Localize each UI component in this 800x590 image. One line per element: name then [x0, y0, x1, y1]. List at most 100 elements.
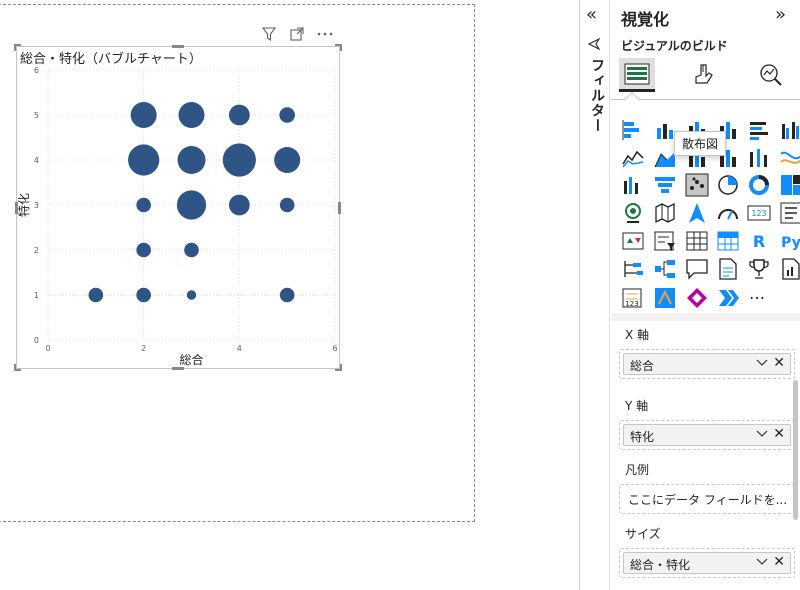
line-chart-icon[interactable] [621, 146, 645, 170]
more-visuals-icon[interactable]: … [749, 284, 765, 303]
double-chevron-left-icon[interactable]: « [586, 4, 597, 25]
resize-handle-left[interactable] [15, 202, 18, 214]
y-axis-well[interactable]: 特化 ✕ [619, 420, 795, 450]
filter-pane-arrow-icon [587, 37, 601, 54]
tab-build-visual[interactable] [619, 58, 655, 92]
card-icon[interactable]: 123 [747, 201, 771, 225]
remove-field-icon[interactable]: ✕ [773, 355, 785, 371]
y-tick-label: 3 [34, 201, 39, 210]
tab-format-visual[interactable] [686, 58, 722, 92]
scatter-chart-icon[interactable] [685, 173, 709, 197]
clustered-column-chart-icon[interactable] [779, 118, 800, 142]
y-tick-label: 5 [34, 111, 39, 120]
bubble-chart-svg: 0 2 4 6 0 1 2 3 4 5 6 総合 特化 [17, 66, 338, 367]
x-axis-field-name: 総合 [630, 359, 655, 373]
y-axis-field-pill[interactable]: 特化 ✕ [623, 424, 791, 446]
bubble-point [228, 194, 250, 216]
svg-text:R: R [753, 232, 765, 251]
kpi-icon[interactable] [621, 229, 645, 253]
powerbi-report-editor: 総合・特化（バブルチャート） 0 2 4 6 0 1 2 3 4 5 6 総合 特化 « フィルター 視 [0, 0, 800, 590]
bubble-point [128, 144, 160, 176]
power-apps-icon[interactable]: 123 [621, 286, 645, 310]
ribbon-chart-icon[interactable] [747, 146, 771, 170]
bubble-point [136, 242, 151, 258]
section-separator [611, 313, 800, 321]
resize-handle-top-left[interactable] [14, 44, 21, 51]
table-icon[interactable] [685, 229, 709, 253]
size-field-pill[interactable]: 総合・特化 ✕ [623, 552, 791, 574]
x-axis-well-label: X 軸 [625, 328, 650, 342]
x-axis-field-pill[interactable]: 総合 ✕ [623, 353, 791, 375]
filter-icon[interactable] [260, 25, 278, 43]
chevron-down-icon[interactable] [756, 356, 768, 371]
visualizations-pane: 視覚化 » ビジュアルのビルド 123 R Py 123 … 散布図 X 軸 総合 ✕ [611, 0, 800, 590]
resize-handle-top[interactable] [172, 45, 184, 48]
build-visual-icon [624, 63, 650, 84]
x-tick-label: 0 [45, 344, 50, 353]
analytics-icon [760, 64, 782, 86]
metrics-icon[interactable] [747, 257, 771, 281]
azure-map-icon[interactable] [685, 201, 709, 225]
paginated-report-icon[interactable] [779, 257, 800, 281]
y-tick-label: 1 [34, 291, 39, 300]
tab-analytics[interactable] [753, 58, 789, 92]
format-visual-icon [695, 64, 713, 84]
pane-scrollbar[interactable] [793, 380, 798, 520]
x-tick-label: 6 [332, 344, 337, 353]
filled-map-icon[interactable] [653, 201, 677, 225]
filter-pane-collapsed[interactable]: « フィルター [580, 0, 610, 590]
bubble-point [222, 143, 256, 177]
x-tick-label: 2 [141, 344, 146, 353]
svg-text:Py: Py [781, 235, 800, 251]
multi-row-card-icon[interactable] [779, 201, 800, 225]
decomposition-tree-icon[interactable] [653, 257, 677, 281]
mode-tabs-divider [611, 99, 800, 100]
slicer-icon[interactable] [653, 229, 677, 253]
resize-handle-bottom-left[interactable] [14, 364, 21, 371]
resize-handle-bottom-right[interactable] [335, 364, 342, 371]
bubble-point [279, 197, 295, 213]
power-apps-logo-icon[interactable] [685, 286, 709, 310]
clustered-bar-chart-icon[interactable] [747, 118, 771, 142]
x-axis-well[interactable]: 総合 ✕ [619, 349, 795, 379]
gauge-icon[interactable] [716, 201, 740, 225]
filter-pane-label[interactable]: フィルター [587, 58, 607, 133]
matrix-icon[interactable] [716, 229, 740, 253]
chevron-down-icon[interactable] [756, 427, 768, 442]
legend-well-label: 凡例 [625, 463, 650, 477]
resize-handle-bottom[interactable] [172, 367, 184, 370]
remove-field-icon[interactable]: ✕ [773, 426, 785, 442]
pie-chart-icon[interactable] [716, 173, 740, 197]
treemap-icon[interactable] [779, 173, 800, 197]
focus-mode-icon[interactable] [288, 25, 306, 43]
waterfall-chart-icon[interactable] [779, 146, 800, 170]
size-well-label: サイズ [625, 527, 661, 541]
svg-text:123: 123 [625, 300, 638, 308]
power-automate-flow-icon[interactable] [716, 286, 740, 310]
smart-narrative-icon[interactable] [716, 257, 740, 281]
resize-handle-right[interactable] [338, 202, 341, 214]
stacked-bar-chart-icon[interactable] [621, 118, 645, 142]
bubble-point [186, 290, 197, 300]
stacked-area-icon[interactable] [621, 173, 645, 197]
chevron-down-icon[interactable] [756, 555, 768, 570]
resize-handle-top-right[interactable] [335, 44, 342, 51]
python-visual-icon[interactable]: Py [779, 229, 800, 253]
donut-chart-icon[interactable] [747, 173, 771, 197]
y-axis-field-name: 特化 [630, 430, 655, 444]
qna-icon[interactable] [685, 257, 709, 281]
double-chevron-right-icon[interactable]: » [775, 4, 786, 25]
bubble-point [184, 242, 199, 258]
key-influencers-icon[interactable] [621, 257, 645, 281]
bubble-point [136, 287, 151, 303]
map-icon[interactable] [621, 201, 645, 225]
x-tick-label: 4 [237, 344, 242, 353]
legend-well[interactable]: ここにデータ フィールドを... [619, 484, 795, 514]
remove-field-icon[interactable]: ✕ [773, 554, 785, 570]
power-automate-icon[interactable] [653, 286, 677, 310]
size-well[interactable]: 総合・特化 ✕ [619, 548, 795, 578]
r-visual-icon[interactable]: R [747, 229, 771, 253]
funnel-chart-icon[interactable] [653, 173, 677, 197]
more-options-icon[interactable] [316, 25, 334, 43]
bubble-chart-visual[interactable]: 総合・特化（バブルチャート） 0 2 4 6 0 1 2 3 4 5 6 総合 特化 [14, 44, 342, 371]
